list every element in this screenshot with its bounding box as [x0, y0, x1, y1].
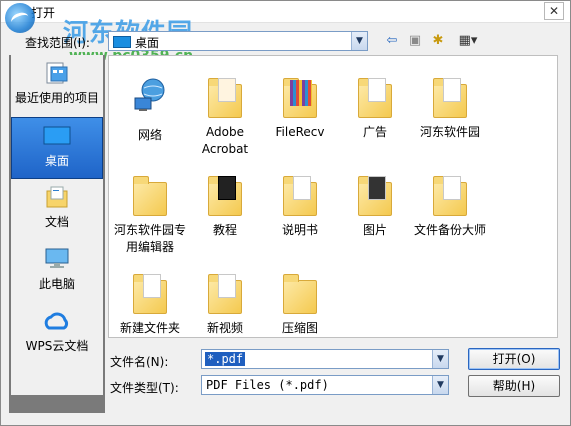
file-item[interactable]: 新视频 [186, 272, 264, 337]
folder-icon [283, 174, 317, 216]
file-name: 说明书 [281, 223, 318, 237]
desktop-icon [43, 126, 71, 145]
file-name: 河东软件园 [419, 125, 480, 139]
file-item[interactable]: FileRecv [261, 76, 339, 141]
filename-label: 文件名(N): [110, 355, 169, 369]
place-recent[interactable]: 最近使用的项目 [11, 55, 103, 117]
filename-input[interactable]: *.pdf ▼ [201, 349, 449, 369]
chevron-down-icon[interactable]: ▼ [432, 376, 448, 394]
place-label: WPS云文档 [25, 339, 89, 353]
places-bar: 最近使用的项目 桌面 文档 此电脑 WPS云文档 [9, 55, 105, 413]
open-button[interactable]: 打开(O) [468, 348, 560, 370]
filetype-value: PDF Files (*.pdf) [206, 378, 329, 392]
folder-icon [283, 76, 317, 118]
recent-icon [46, 62, 68, 84]
back-button[interactable]: ⇦ [383, 32, 401, 50]
folder-icon [358, 174, 392, 216]
views-menu-button[interactable]: ▦▾ [453, 32, 483, 50]
cloud-icon [44, 312, 69, 330]
lookin-label: 查找范围(I): [25, 36, 90, 50]
desktop-icon [113, 36, 131, 48]
file-item[interactable]: 广告 [336, 76, 414, 141]
place-label: 桌面 [44, 154, 69, 168]
file-item[interactable]: 压缩图 [261, 272, 339, 337]
file-name: 压缩图 [281, 321, 318, 335]
folder-icon [283, 272, 317, 314]
close-button[interactable]: ✕ [544, 2, 564, 20]
file-name: 广告 [362, 125, 387, 139]
file-name: Adobe Acrobat [201, 125, 249, 156]
computer-icon [45, 248, 69, 268]
place-label: 最近使用的项目 [14, 91, 99, 105]
file-name: FileRecv [275, 125, 325, 139]
file-item[interactable]: 教程 [186, 174, 264, 239]
folder-icon [358, 76, 392, 118]
place-documents[interactable]: 文档 [11, 179, 103, 241]
file-name: 新视频 [206, 321, 243, 335]
place-desktop[interactable]: 桌面 [11, 117, 103, 179]
folder-icon [208, 174, 242, 216]
folder-icon [208, 76, 242, 118]
file-name: 新建文件夹 [119, 321, 180, 335]
folder-icon [133, 272, 167, 314]
file-list: 网络 Adobe Acrobat FileRecv 广告 河东软件园 河东软件园… [108, 55, 558, 338]
place-wps-cloud[interactable]: WPS云文档 [11, 303, 103, 365]
file-item[interactable]: 新建文件夹 [111, 272, 189, 337]
filetype-label: 文件类型(T): [110, 381, 179, 395]
place-label: 文档 [44, 215, 69, 229]
chevron-down-icon[interactable]: ▼ [432, 350, 448, 368]
folder-icon [133, 174, 167, 216]
file-name: 图片 [362, 223, 387, 237]
chevron-down-icon[interactable]: ▼ [351, 32, 367, 50]
lookin-combo[interactable]: 桌面 ▼ [108, 31, 368, 51]
file-item[interactable]: 文件备份大师 [411, 174, 489, 239]
file-name: 文件备份大师 [413, 223, 486, 237]
file-name: 网络 [137, 128, 162, 142]
file-item[interactable]: 网络 [111, 76, 189, 144]
file-item[interactable]: Adobe Acrobat [186, 76, 264, 158]
up-folder-button[interactable]: ▣ [406, 32, 424, 50]
place-computer[interactable]: 此电脑 [11, 241, 103, 303]
folder-icon [433, 76, 467, 118]
network-icon [134, 78, 165, 111]
lookin-value: 桌面 [135, 36, 160, 50]
file-name: 河东软件园专用编辑器 [113, 223, 186, 254]
folder-icon [208, 272, 242, 314]
file-item[interactable]: 图片 [336, 174, 414, 239]
file-item[interactable]: 河东软件园专用编辑器 [111, 174, 189, 256]
watermark-logo-icon [5, 3, 35, 33]
file-name: 教程 [212, 223, 237, 237]
help-button[interactable]: 帮助(H) [468, 375, 560, 397]
new-folder-button[interactable]: ✱ [429, 32, 447, 50]
filename-value: *.pdf [205, 352, 246, 366]
open-file-dialog: 打开 ✕ 河东软件园 www.pc0359.cn 查找范围(I): 桌面 ▼ ⇦… [0, 0, 571, 426]
filetype-select[interactable]: PDF Files (*.pdf) ▼ [201, 375, 449, 395]
documents-icon [46, 186, 68, 208]
file-item[interactable]: 说明书 [261, 174, 339, 239]
folder-icon [433, 174, 467, 216]
place-label: 此电脑 [38, 277, 75, 291]
file-item[interactable]: 河东软件园 [411, 76, 489, 141]
